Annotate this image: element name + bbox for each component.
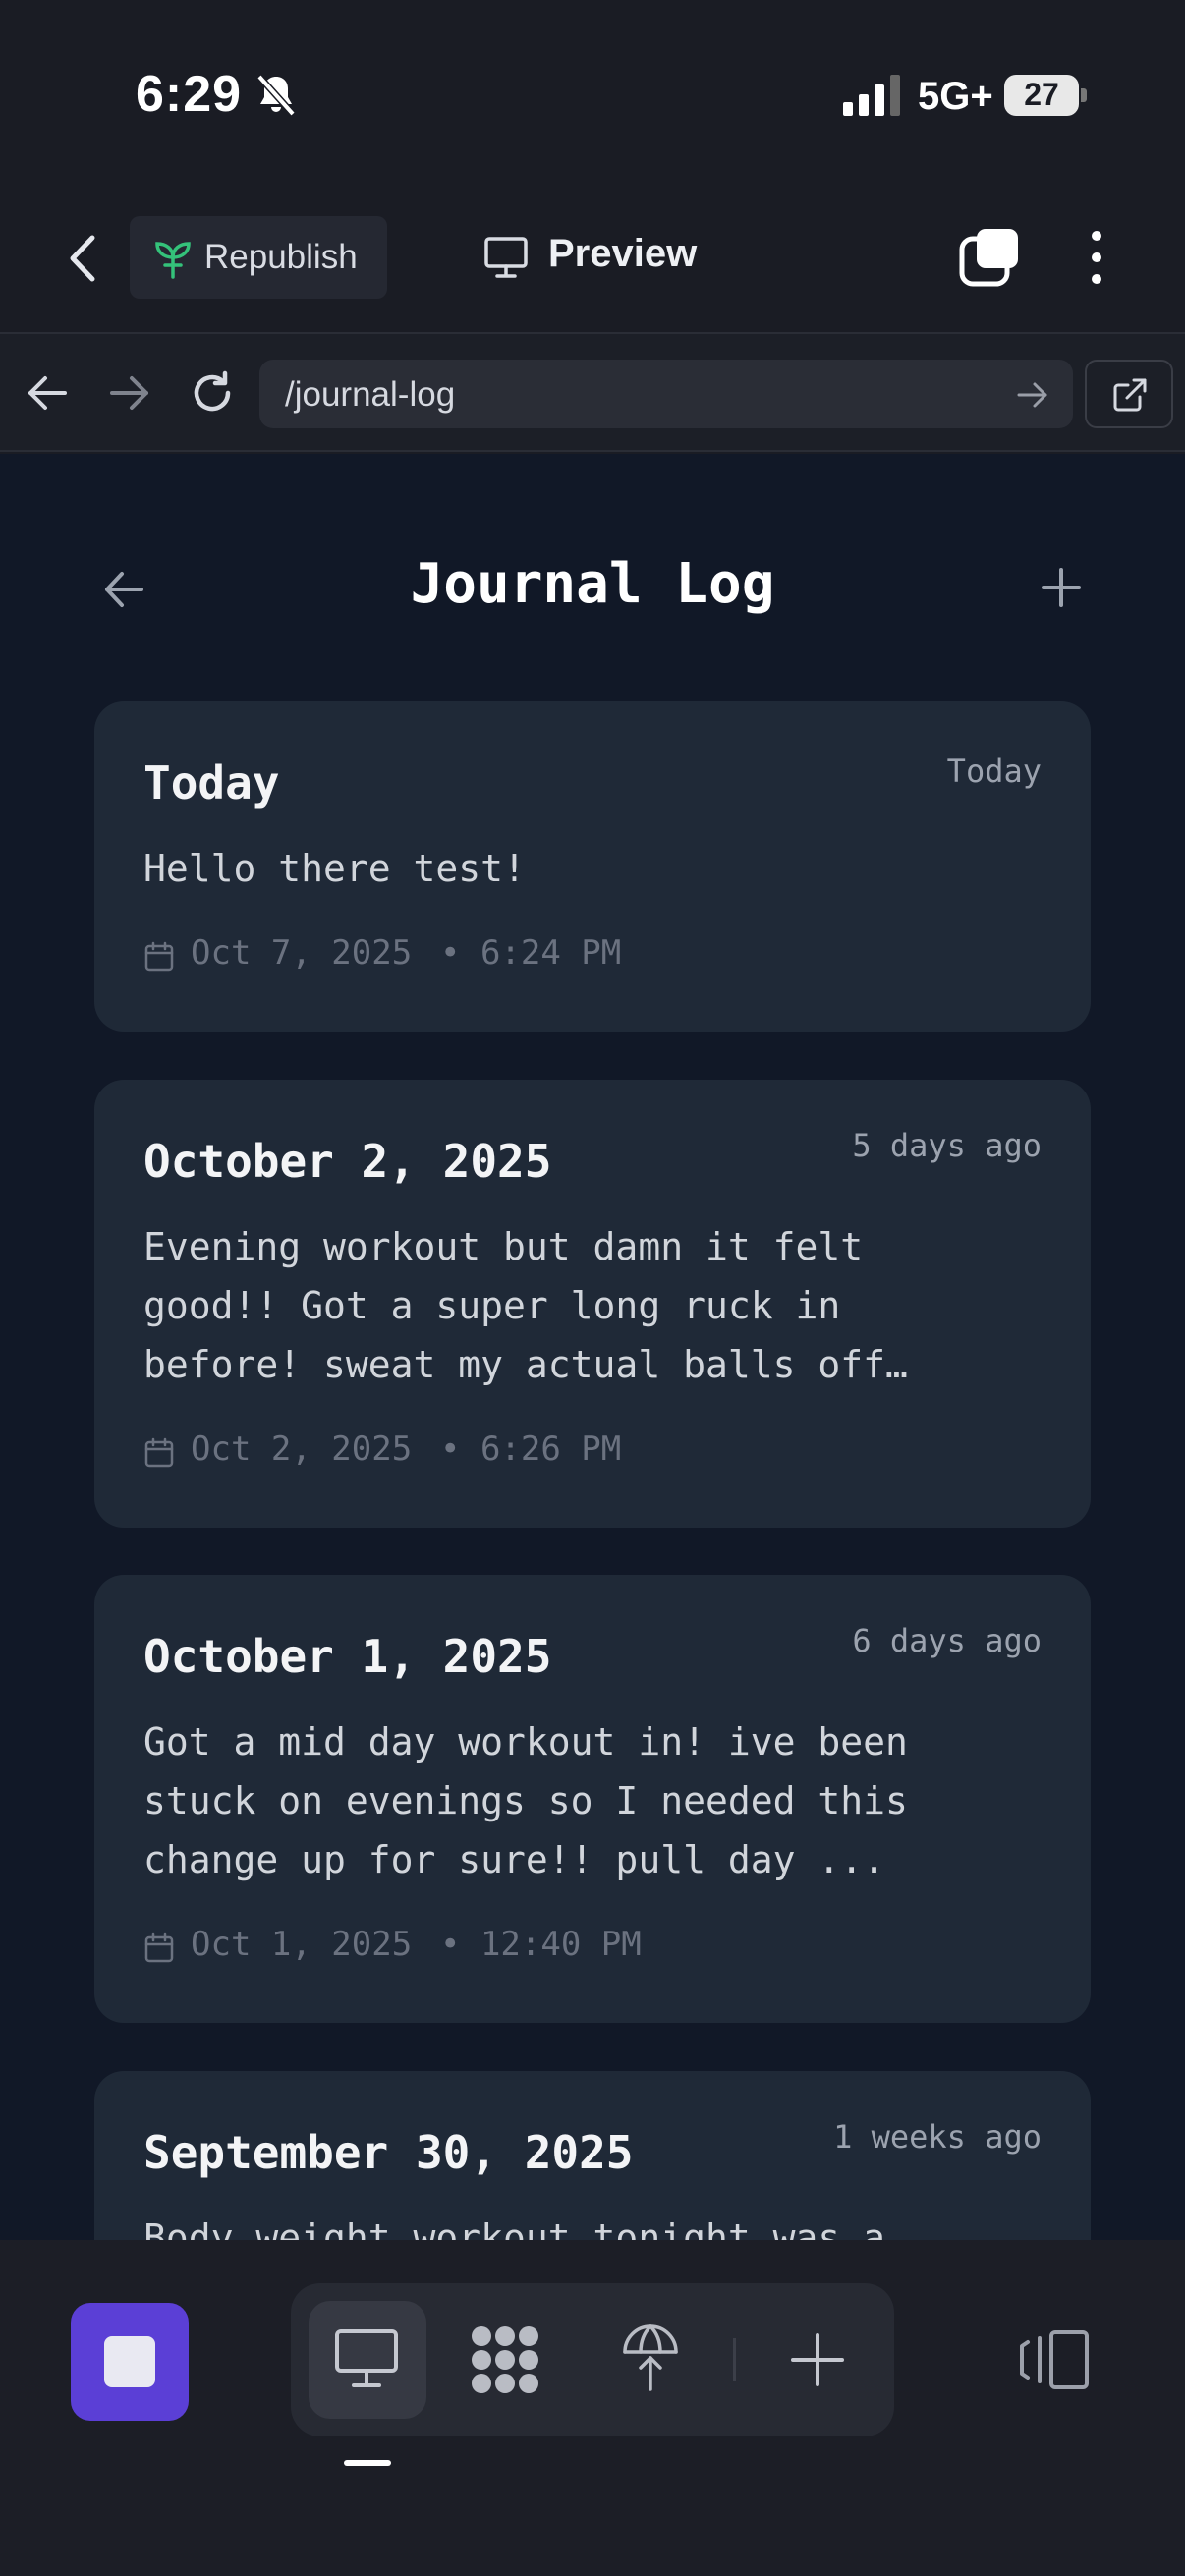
plus-icon[interactable] [790,2332,845,2387]
publish-icon[interactable] [621,2323,680,2393]
battery-icon: 27 [1004,75,1087,116]
entry-relative-time: 6 days ago [852,1622,1042,1659]
journal-app: Journal Log Today Today Hello there test… [0,454,1185,2240]
entry-relative-time: Today [946,753,1042,790]
sprout-icon [155,242,191,279]
calendar-icon [144,1437,174,1468]
status-bar: 6:29 5G+ 27 [0,0,1185,187]
republish-label: Republish [204,238,358,276]
entry-time: • 12:40 PM [440,1925,642,1964]
entry-title: Today [143,756,280,810]
arrow-right-icon[interactable] [108,373,151,413]
entry-relative-time: 5 days ago [852,1127,1042,1164]
entry-preview: Evening workout but damn it felt good!! … [143,1225,908,1386]
battery-level: 27 [1024,77,1059,112]
go-arrow-icon[interactable] [1016,381,1049,409]
status-time: 6:29 [136,66,243,123]
panel-icon[interactable] [1018,2328,1091,2391]
arrow-left-icon[interactable] [26,373,69,413]
calendar-icon [144,941,174,972]
network-type: 5G+ [918,75,993,118]
stop-icon [104,2336,155,2387]
entry-title: October 1, 2025 [143,1630,552,1683]
external-link-icon [1113,378,1147,412]
open-external-button[interactable] [1085,360,1173,428]
apps-icon[interactable] [468,2323,542,2397]
entry-date: Oct 2, 2025 [191,1429,413,1469]
entry-time: • 6:24 PM [440,933,622,973]
tabs-icon[interactable] [959,226,1022,287]
entry-meta: Oct 2, 2025 • 6:26 PM [143,1429,831,1477]
reload-icon[interactable] [189,369,236,417]
stop-button[interactable] [71,2303,189,2421]
plus-icon[interactable] [1040,566,1083,609]
entry-time: • 6:26 PM [440,1429,622,1469]
republish-button[interactable]: Republish [130,216,387,299]
entry-preview: Got a mid day workout in! ive been stuck… [143,1720,908,1881]
more-vertical-icon[interactable] [1081,228,1112,287]
monitor-icon[interactable] [334,2328,399,2389]
calendar-icon [144,1932,174,1963]
journal-entry-card[interactable]: October 1, 2025 6 days ago Got a mid day… [94,1575,1091,2023]
url-input[interactable]: /journal-log [259,360,1073,428]
divider [733,2338,736,2381]
journal-entry-card[interactable]: Today Today Hello there test! Oct 7, 202… [94,701,1091,1032]
view-switcher [291,2283,894,2436]
entry-title: September 30, 2025 [143,2126,634,2179]
entry-meta: Oct 7, 2025 • 6:24 PM [143,933,831,980]
entry-date: Oct 7, 2025 [191,933,413,973]
entry-preview: Body weight workout tonight was a [143,2216,885,2240]
monitor-icon[interactable] [483,236,529,279]
chevron-left-icon[interactable] [61,232,104,285]
page-title: Journal Log [410,552,775,616]
journal-entry-card[interactable]: October 2, 2025 5 days ago Evening worko… [94,1080,1091,1528]
signal-icon [843,75,900,116]
entry-preview: Hello there test! [143,847,526,890]
entry-date: Oct 1, 2025 [191,1925,413,1964]
entry-relative-time: 1 weeks ago [833,2118,1042,2156]
bottom-bar [0,2240,1185,2576]
preview-label[interactable]: Preview [548,232,697,276]
bell-slash-icon [256,74,296,117]
entry-title: October 2, 2025 [143,1135,552,1188]
url-text: /journal-log [285,375,456,414]
entry-meta: Oct 1, 2025 • 12:40 PM [143,1925,831,1972]
active-indicator [344,2460,391,2466]
journal-entry-card[interactable]: September 30, 2025 1 weeks ago Body weig… [94,2071,1091,2240]
